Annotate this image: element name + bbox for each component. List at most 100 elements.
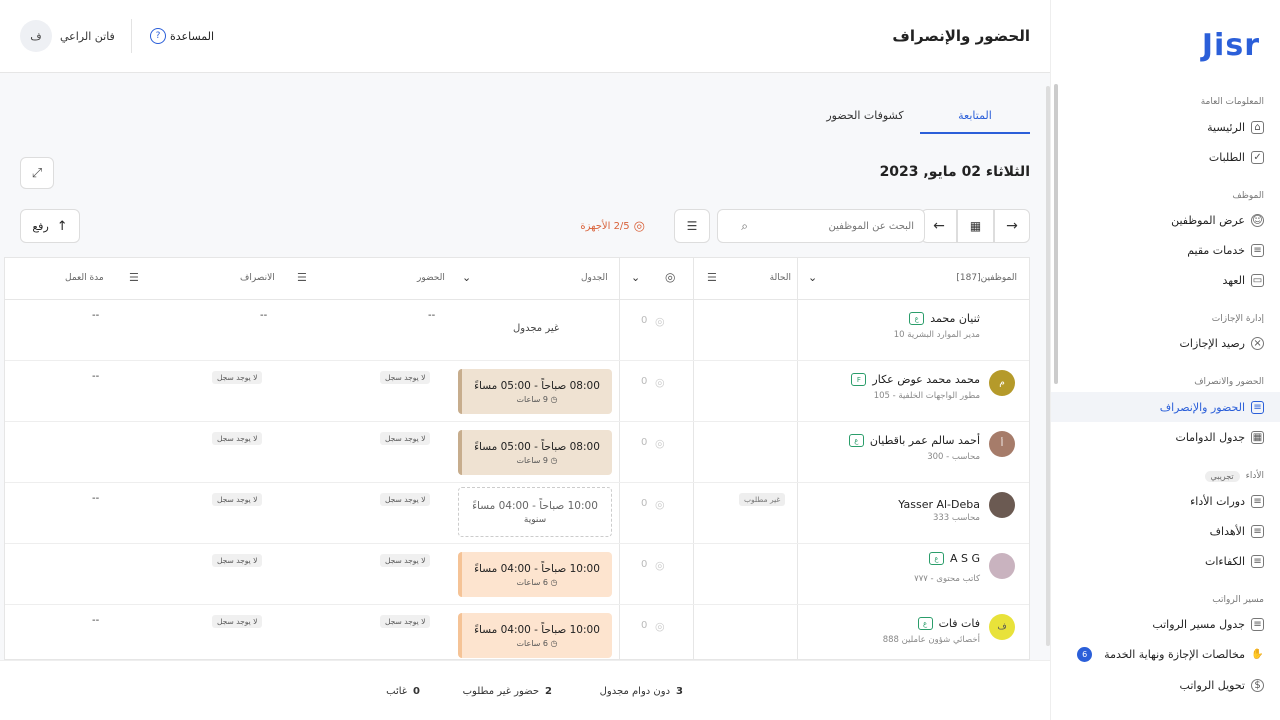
fingerprint-icon: ◎ [655, 498, 665, 511]
search-input[interactable] [754, 220, 914, 232]
clock-icon: ◷ [550, 455, 558, 465]
employee-name[interactable]: فات فات ع [917, 617, 980, 630]
expand-icon: ⤢ [31, 165, 43, 181]
schedule-card[interactable]: 10:00 صباحاً - 04:00 مساءً ◷ 6 ساعات [458, 552, 612, 597]
leave-icon: × [1251, 336, 1264, 350]
filter-icon[interactable]: ☰ [129, 271, 139, 284]
tabs: المتابعة كشوفات الحضور [810, 100, 1030, 134]
table-row[interactable]: Yasser Al-Deba محاسب 333 غير مطلوب 0 ◎ 1… [5, 483, 1029, 544]
sidebar-item-employees[interactable]: ☺ عرض الموظفين [1051, 205, 1280, 235]
stat-absent[interactable]: 0 غائب [386, 686, 420, 697]
employee-subtitle: مطور الواجهات الخلفية - 105 [873, 391, 980, 401]
employee-name[interactable]: Yasser Al-Deba [898, 498, 980, 511]
document-icon: ≡ [1251, 243, 1264, 257]
sidebar-section-leaves: إدارة الإجازات [1211, 314, 1264, 324]
sidebar-item-payroll-table[interactable]: ≡ جدول مسير الرواتب [1051, 609, 1280, 639]
sidebar-item-muqeem[interactable]: ≡ خدمات مقيم [1051, 235, 1280, 265]
employee-name[interactable]: ثنيان محمد ع [909, 312, 980, 325]
sidebar-item-settlements[interactable]: ✋ مخالصات الإجازة ونهاية الخدمة 6 [1051, 639, 1280, 669]
sidebar-item-requests[interactable]: ✓ الطلبات [1051, 142, 1280, 172]
header-divider [131, 19, 132, 53]
document-icon: ≡ [1251, 400, 1264, 414]
stat-no-schedule[interactable]: 3 دون دوام مجدول [600, 686, 683, 697]
work-duration-value: -- [92, 310, 100, 321]
main-content: الحضور والإنصراف ف فاتن الراعي ? المساعد… [0, 0, 1050, 720]
schedule-card[interactable]: 10:00 صباحاً - 04:00 مساءً ◷ 6 ساعات [458, 613, 612, 658]
tab-attendance-sheets[interactable]: كشوفات الحضور [810, 100, 920, 134]
avatar[interactable]: ف [20, 20, 52, 52]
home-icon: ⌂ [1251, 120, 1264, 134]
employee-name[interactable]: محمد محمد عوض عكار F [851, 373, 980, 386]
header-work-duration[interactable]: مدة العمل [65, 273, 104, 283]
table-row[interactable]: ف فات فات ع أخصائي شؤون عاملين 888 0 ◎ 10… [5, 605, 1029, 659]
expand-button[interactable]: ⤢ [20, 157, 54, 189]
employee-subtitle: محاسب - 300 [927, 452, 980, 462]
arrow-up-icon: ↑ [56, 218, 68, 234]
chevron-down-icon[interactable]: ⌄ [631, 271, 640, 284]
sidebar-item-competencies[interactable]: ≡ الكفاءات [1051, 546, 1280, 576]
table-row[interactable]: م محمد محمد عوض عكار F مطور الواجهات الخل… [5, 361, 1029, 422]
work-duration-value: -- [92, 371, 100, 382]
avatar: م [989, 370, 1015, 396]
employee-badge: ع [917, 617, 933, 630]
schedule-card[interactable]: 10:00 صباحاً - 04:00 مساءً سنوية [458, 487, 612, 537]
help-link[interactable]: ? المساعدة [150, 28, 214, 44]
previous-day-button[interactable]: ← [921, 209, 957, 243]
employee-name[interactable]: أحمد سالم عمر باقطيان ع [848, 434, 980, 447]
table-row[interactable]: A S Gع كاتب محتوى - ٧٧٧ 0 ◎ 10:00 صباحاً… [5, 544, 1029, 605]
sidebar-item-home[interactable]: ⌂ الرئيسية [1051, 112, 1280, 142]
user-name[interactable]: فاتن الراعي [60, 30, 115, 43]
hand-icon: ✋ [1251, 648, 1264, 660]
sidebar-item-salary-transfer[interactable]: $ تحويل الرواتب [1051, 670, 1280, 700]
laptop-icon: ▭ [1251, 273, 1264, 287]
clock-icon: ◷ [550, 638, 558, 648]
schedule-hours: ◷ 6 ساعات [516, 577, 558, 587]
fingerprint-icon[interactable]: ◎ [665, 270, 675, 284]
sidebar-item-shifts[interactable]: ▦ جدول الدوامات [1051, 422, 1280, 452]
attendance-table: الموظفين[187] ⌄ الحالة ☰ ◎ ⌄ الجدول ⌄ ال… [4, 257, 1030, 660]
sidebar-section-general: المعلومات العامة [1200, 97, 1264, 107]
jisr-logo[interactable]: Jisr [1202, 28, 1260, 63]
document-icon: ≡ [1251, 524, 1264, 538]
departure-no-record: لا يوجد سجل [212, 432, 263, 445]
stat-attendance-not-required[interactable]: 2 حضور غير مطلوب [463, 686, 552, 697]
fingerprint-icon: ◎ [655, 315, 665, 328]
user-menu[interactable]: ف فاتن الراعي [20, 20, 115, 52]
filter-icon[interactable]: ☰ [707, 271, 717, 284]
attendance-no-record: لا يوجد سجل [380, 615, 431, 628]
header-schedule[interactable]: الجدول [581, 273, 608, 283]
employee-name[interactable]: A S Gع [928, 552, 980, 565]
table-row[interactable]: ثنيان محمد ع مدير الموارد البشرية 10 0 ◎ … [5, 300, 1029, 361]
chevron-down-icon[interactable]: ⌄ [808, 271, 817, 284]
main-scrollbar[interactable] [1046, 86, 1050, 646]
devices-link[interactable]: ◎ 2/5 الأجهزة [580, 219, 645, 234]
header-departure[interactable]: الانصراف [240, 273, 275, 283]
document-icon: ≡ [1251, 554, 1264, 568]
filter-button[interactable]: ☰ [674, 209, 710, 243]
filter-icon[interactable]: ☰ [297, 271, 307, 284]
header-employees[interactable]: الموظفين[187] [956, 273, 1017, 283]
tab-monitoring[interactable]: المتابعة [920, 100, 1030, 134]
chevron-down-icon[interactable]: ⌄ [462, 271, 471, 284]
sidebar-item-attendance[interactable]: ≡ الحضور والإنصراف [1051, 392, 1280, 422]
employee-search[interactable]: ⌕ [717, 209, 925, 243]
sidebar-item-leave-balance[interactable]: × رصيد الإجازات [1051, 328, 1280, 358]
document-icon: ≡ [1251, 617, 1264, 631]
upload-button[interactable]: ↑ رفع [20, 209, 80, 243]
schedule-card[interactable]: 08:00 صباحاً - 05:00 مساءً ◷ 9 ساعات [458, 369, 612, 414]
next-day-button[interactable]: → [994, 209, 1030, 243]
schedule-card[interactable]: 08:00 صباحاً - 05:00 مساءً ◷ 9 ساعات [458, 430, 612, 475]
departure-no-record: لا يوجد سجل [212, 493, 263, 506]
sidebar: Jisr المعلومات العامة ⌂ الرئيسية ✓ الطلبات… [1050, 0, 1280, 720]
transfer-icon: $ [1251, 678, 1264, 692]
employee-subtitle: كاتب محتوى - ٧٧٧ [914, 574, 980, 584]
table-row[interactable]: أ أحمد سالم عمر باقطيان ع محاسب - 300 0 ◎… [5, 422, 1029, 483]
header-attendance[interactable]: الحضور [417, 273, 445, 283]
calendar-button[interactable]: ▦ [957, 209, 994, 243]
sidebar-item-performance-cycles[interactable]: ≡ دورات الأداء [1051, 486, 1280, 516]
header-status[interactable]: الحالة [770, 273, 791, 283]
attendance-no-record: لا يوجد سجل [380, 432, 431, 445]
employee-badge: ع [848, 434, 864, 447]
sidebar-item-custody[interactable]: ▭ العهد [1051, 265, 1280, 295]
sidebar-item-goals[interactable]: ≡ الأهداف [1051, 516, 1280, 546]
